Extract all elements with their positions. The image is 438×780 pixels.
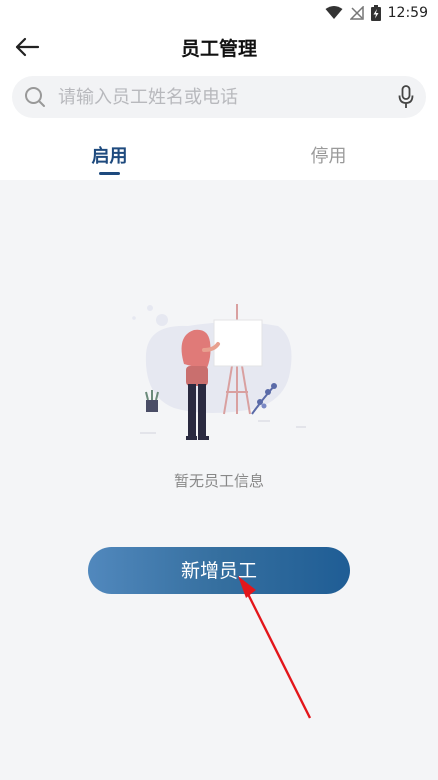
header-area: 12:59 员工管理 启用 停用 xyxy=(0,0,438,180)
tab-enabled-label: 启用 xyxy=(91,146,128,167)
status-icons: 12:59 xyxy=(325,3,428,23)
tab-enabled[interactable]: 启用 xyxy=(0,130,219,180)
empty-state-message: 暂无员工信息 xyxy=(173,472,264,490)
active-tab-indicator xyxy=(99,172,120,175)
empty-state-illustration xyxy=(132,304,306,440)
navigation-bar: 员工管理 xyxy=(0,26,438,68)
tab-disabled[interactable]: 停用 xyxy=(219,130,438,180)
add-employee-button[interactable]: 新增员工 xyxy=(88,547,350,594)
status-bar: 12:59 xyxy=(0,0,438,26)
status-time: 12:59 xyxy=(387,5,428,21)
tab-bar: 启用 停用 xyxy=(0,130,438,180)
battery-charging-icon xyxy=(370,5,381,21)
wifi-icon xyxy=(325,6,343,19)
search-icon xyxy=(25,87,45,107)
no-signal-icon xyxy=(349,6,364,20)
search-bar[interactable] xyxy=(12,76,426,118)
tab-disabled-label: 停用 xyxy=(310,146,347,167)
search-input[interactable] xyxy=(58,76,388,118)
page-title: 员工管理 xyxy=(180,38,257,60)
microphone-icon[interactable] xyxy=(398,85,414,109)
